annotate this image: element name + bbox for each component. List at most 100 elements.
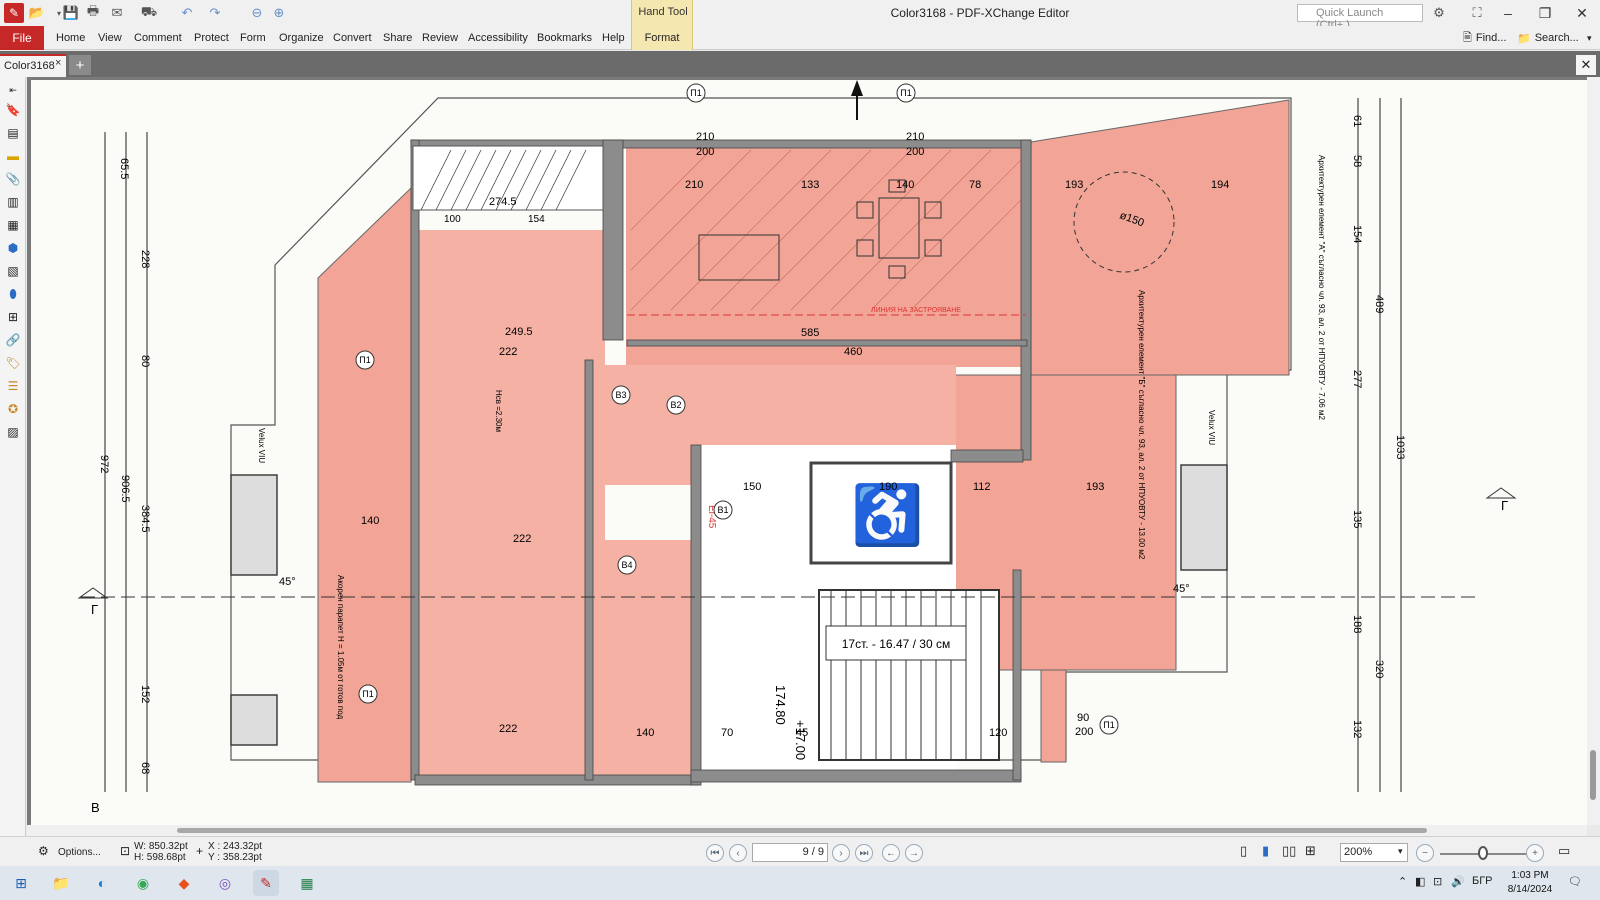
- bookmarks-icon[interactable]: 🔖: [4, 101, 22, 119]
- file-explorer-icon[interactable]: 📁: [48, 870, 74, 896]
- save-icon[interactable]: 💾: [62, 4, 80, 22]
- dim-right-489: 489: [1373, 295, 1385, 313]
- menu-accessibility[interactable]: Accessibility: [468, 26, 528, 50]
- edge-icon[interactable]: ◐: [89, 870, 115, 896]
- zoom-out-icon[interactable]: −: [1416, 844, 1434, 862]
- tags-icon[interactable]: 🏷: [4, 354, 22, 372]
- pdf-page[interactable]: ♿ 17ст. - 16.47 / 30 см +17.00 174.80 Г …: [31, 80, 1587, 825]
- back-icon[interactable]: ⊖: [248, 4, 266, 22]
- menu-format[interactable]: Format: [631, 26, 693, 50]
- tray-expand-icon[interactable]: ⌃: [1398, 875, 1407, 888]
- menu-file[interactable]: File: [0, 26, 44, 50]
- new-tab-button[interactable]: +: [69, 55, 91, 75]
- excel-icon[interactable]: ▦: [294, 870, 320, 896]
- facing-icon[interactable]: ▯▯: [1282, 844, 1296, 857]
- clock[interactable]: 1:03 PM 8/14/2024: [1500, 869, 1560, 897]
- print-icon[interactable]: 🖶: [84, 3, 102, 22]
- windows-start-icon[interactable]: ⊞: [8, 870, 34, 896]
- page-number-input[interactable]: 9 / 9: [752, 843, 828, 862]
- open-folder-icon[interactable]: 📂: [28, 4, 46, 22]
- scan-icon[interactable]: ⛟: [140, 4, 158, 22]
- dim-140c: 140: [636, 727, 654, 739]
- order-icon[interactable]: ☰: [4, 377, 22, 395]
- quick-launch-input[interactable]: Quick Launch (Ctrl+.): [1297, 4, 1423, 31]
- next-view-icon[interactable]: →: [905, 844, 923, 862]
- sidebar-collapse-icon[interactable]: ⇤: [4, 81, 22, 99]
- zoom-dropdown-icon[interactable]: ▾: [1398, 846, 1403, 857]
- email-icon[interactable]: ✉: [108, 4, 126, 22]
- links-icon[interactable]: 🔗: [4, 331, 22, 349]
- comments-icon[interactable]: ▬: [4, 147, 22, 165]
- language-indicator[interactable]: БГР: [1472, 875, 1493, 887]
- notification-icon[interactable]: 🗨: [1568, 875, 1582, 888]
- window-title: Color3168 - PDF-XChange Editor: [890, 6, 1070, 20]
- structure-icon[interactable]: ⊞: [4, 308, 22, 326]
- destinations-icon[interactable]: ⬮: [4, 285, 22, 303]
- minimize-button[interactable]: –: [1490, 0, 1526, 26]
- network-icon[interactable]: ⊡: [1433, 875, 1442, 888]
- attachments-icon[interactable]: 📎: [4, 170, 22, 188]
- pdf-xchange-taskbar-icon[interactable]: ✎: [253, 870, 279, 896]
- previous-page-icon[interactable]: ‹: [729, 844, 747, 862]
- redo-icon[interactable]: ↷: [206, 4, 224, 22]
- clock-time: 1:03 PM: [1511, 870, 1549, 881]
- zoom-slider-thumb[interactable]: [1478, 846, 1488, 860]
- ribbon-collapse-icon[interactable]: ▾: [1587, 29, 1592, 47]
- undo-icon[interactable]: ↶: [178, 4, 196, 22]
- horizontal-scroll-thumb[interactable]: [177, 828, 1427, 833]
- interior-living: [626, 142, 1026, 367]
- close-document-button[interactable]: ✕: [1576, 55, 1596, 75]
- settings-icon[interactable]: ⚙: [1430, 4, 1448, 22]
- close-button[interactable]: ✕: [1564, 0, 1600, 26]
- dim-right-188: 188: [1351, 615, 1363, 633]
- menu-organize[interactable]: Organize: [279, 26, 324, 50]
- volume-icon[interactable]: 🔊: [1451, 875, 1465, 888]
- chrome-icon[interactable]: ◉: [130, 870, 156, 896]
- content-icon[interactable]: ▦: [4, 216, 22, 234]
- maximize-button[interactable]: ❐: [1527, 0, 1563, 26]
- zoom-in-icon[interactable]: +: [1526, 844, 1544, 862]
- last-page-icon[interactable]: ⏭: [855, 844, 873, 862]
- articles-icon[interactable]: ▨: [4, 423, 22, 441]
- menu-view[interactable]: View: [98, 26, 122, 50]
- fullscreen-icon[interactable]: ⛶: [1468, 4, 1486, 22]
- continuous-facing-icon[interactable]: ⊞: [1305, 844, 1316, 857]
- menu-comment[interactable]: Comment: [134, 26, 182, 50]
- search-button[interactable]: 📁 Search...: [1517, 29, 1579, 47]
- menu-form[interactable]: Form: [240, 26, 266, 50]
- dim-top-4: 200: [906, 146, 924, 158]
- document-viewport[interactable]: ♿ 17ст. - 16.47 / 30 см +17.00 174.80 Г …: [27, 77, 1587, 825]
- continuous-icon[interactable]: ▮: [1262, 844, 1269, 857]
- thumbnails-icon[interactable]: ▤: [4, 124, 22, 142]
- find-button[interactable]: 🗎 Find...: [1463, 29, 1506, 47]
- menu-home[interactable]: Home: [56, 26, 85, 50]
- signatures-icon[interactable]: ✪: [4, 400, 22, 418]
- document-tab[interactable]: Color3168 ×: [0, 54, 66, 77]
- next-page-icon[interactable]: ›: [832, 844, 850, 862]
- previous-view-icon[interactable]: ←: [882, 844, 900, 862]
- gear-icon[interactable]: ⚙: [38, 845, 49, 857]
- viber-icon[interactable]: ◎: [212, 870, 238, 896]
- menu-bookmarks[interactable]: Bookmarks: [537, 26, 592, 50]
- menu-help[interactable]: Help: [602, 26, 625, 50]
- vertical-scrollbar[interactable]: [1587, 77, 1600, 825]
- fields-icon[interactable]: ⬢: [4, 239, 22, 257]
- menu-review[interactable]: Review: [422, 26, 458, 50]
- fit-icon[interactable]: ▭: [1558, 844, 1570, 857]
- tab-close-icon[interactable]: ×: [55, 57, 61, 69]
- brave-icon[interactable]: ◆: [171, 870, 197, 896]
- menu-share[interactable]: Share: [383, 26, 412, 50]
- first-page-icon[interactable]: ⏮: [706, 844, 724, 862]
- forward-icon[interactable]: ⊕: [270, 4, 288, 22]
- options-button[interactable]: Options...: [58, 847, 101, 858]
- app-logo-icon[interactable]: ✎: [4, 3, 24, 23]
- dim-right-277: 277: [1351, 370, 1363, 388]
- menu-convert[interactable]: Convert: [333, 26, 372, 50]
- vertical-scroll-thumb[interactable]: [1590, 750, 1596, 800]
- properties-icon[interactable]: ▧: [4, 262, 22, 280]
- single-page-icon[interactable]: ▯: [1240, 844, 1247, 857]
- menu-protect[interactable]: Protect: [194, 26, 229, 50]
- tray-app-icon[interactable]: ◧: [1415, 875, 1425, 888]
- layers-icon[interactable]: ▥: [4, 193, 22, 211]
- horizontal-scrollbar[interactable]: [27, 825, 1587, 836]
